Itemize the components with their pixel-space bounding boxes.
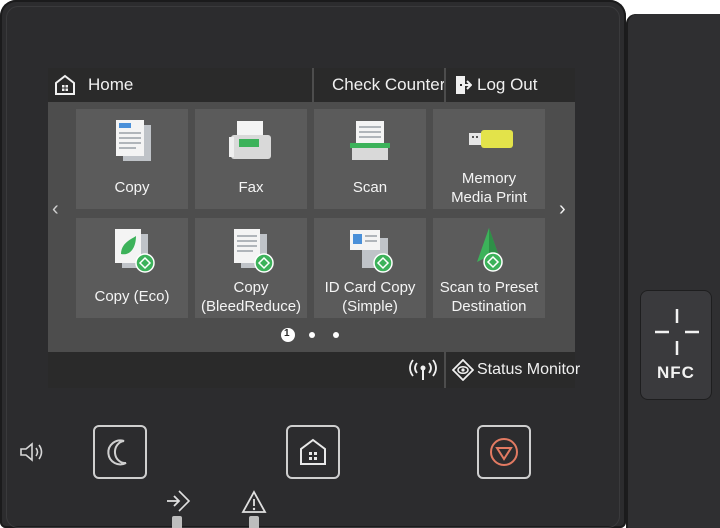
copy-icon: [116, 120, 151, 161]
tile-label: Copy (BleedReduce): [200, 279, 302, 315]
tile-label: Scan: [352, 179, 388, 196]
tile-copy-bleedreduce[interactable]: Copy (BleedReduce): [195, 218, 307, 318]
home-label: Home: [88, 75, 134, 94]
next-page-arrow[interactable]: ›: [559, 198, 566, 221]
error-indicator-icon: [241, 490, 267, 513]
scan-icon: [350, 121, 390, 160]
data-indicator-icon: [167, 490, 191, 512]
page-indicator: 1: [278, 327, 348, 343]
stop-button[interactable]: [477, 425, 531, 479]
home-hardware-button[interactable]: [286, 425, 340, 479]
nfc-target-icon: [655, 309, 699, 355]
check-counter-button[interactable]: Check Counter: [314, 68, 446, 102]
status-bar: Status Monitor: [48, 352, 580, 388]
top-bar: Home Check Counter Log Out: [48, 68, 575, 102]
copy-eco-icon: [115, 229, 155, 273]
tile-copy-eco[interactable]: Copy (Eco): [76, 218, 188, 318]
status-monitor-label: Status Monitor: [477, 361, 581, 378]
home-header-button[interactable]: Home: [48, 68, 312, 102]
stop-icon: [490, 438, 518, 466]
current-page-number: 1: [284, 328, 290, 339]
tile-label: Memory Media Print: [451, 170, 527, 206]
tile-label: ID Card Copy (Simple): [324, 279, 416, 315]
id-card-copy-icon: [350, 230, 393, 273]
nfc-reader[interactable]: NFC: [640, 290, 712, 400]
fax-icon: [229, 121, 271, 159]
tile-id-card-copy[interactable]: ID Card Copy (Simple): [314, 218, 426, 318]
home-icon: [55, 74, 75, 95]
tile-scan[interactable]: Scan: [314, 109, 426, 209]
log-out-label: Log Out: [477, 75, 538, 94]
log-out-button[interactable]: Log Out: [446, 68, 575, 102]
tile-memory-media-print[interactable]: Memory Media Print: [433, 109, 545, 209]
log-out-icon: [456, 76, 472, 94]
tile-label: Copy: [114, 179, 150, 196]
moon-icon: [107, 439, 127, 466]
error-indicator-lamp: [249, 516, 259, 528]
prev-page-arrow[interactable]: ‹: [52, 198, 59, 221]
touch-screen: Home Check Counter Log Out Copy Fax Scan…: [48, 68, 580, 388]
tile-fax[interactable]: Fax: [195, 109, 307, 209]
volume-icon[interactable]: [18, 441, 48, 463]
data-indicator-lamp: [172, 516, 182, 528]
status-monitor-icon: [452, 359, 474, 381]
nfc-label: NFC: [657, 363, 695, 382]
side-panel: [626, 14, 720, 528]
status-monitor-button[interactable]: Status Monitor: [446, 352, 580, 388]
tile-label: Scan to Preset Destination: [439, 279, 539, 315]
sleep-button[interactable]: [93, 425, 147, 479]
tile-scan-to-preset[interactable]: Scan to Preset Destination: [433, 218, 545, 318]
tile-label: Fax: [238, 179, 264, 196]
tile-label: Copy (Eco): [94, 288, 170, 305]
memory-media-icon: [469, 130, 513, 148]
home-icon: [300, 438, 326, 465]
tile-copy[interactable]: Copy: [76, 109, 188, 209]
check-counter-label: Check Counter: [332, 75, 446, 94]
copy-bleed-icon: [234, 229, 274, 273]
scan-preset-icon: [477, 228, 503, 272]
wireless-icon: [409, 359, 437, 380]
